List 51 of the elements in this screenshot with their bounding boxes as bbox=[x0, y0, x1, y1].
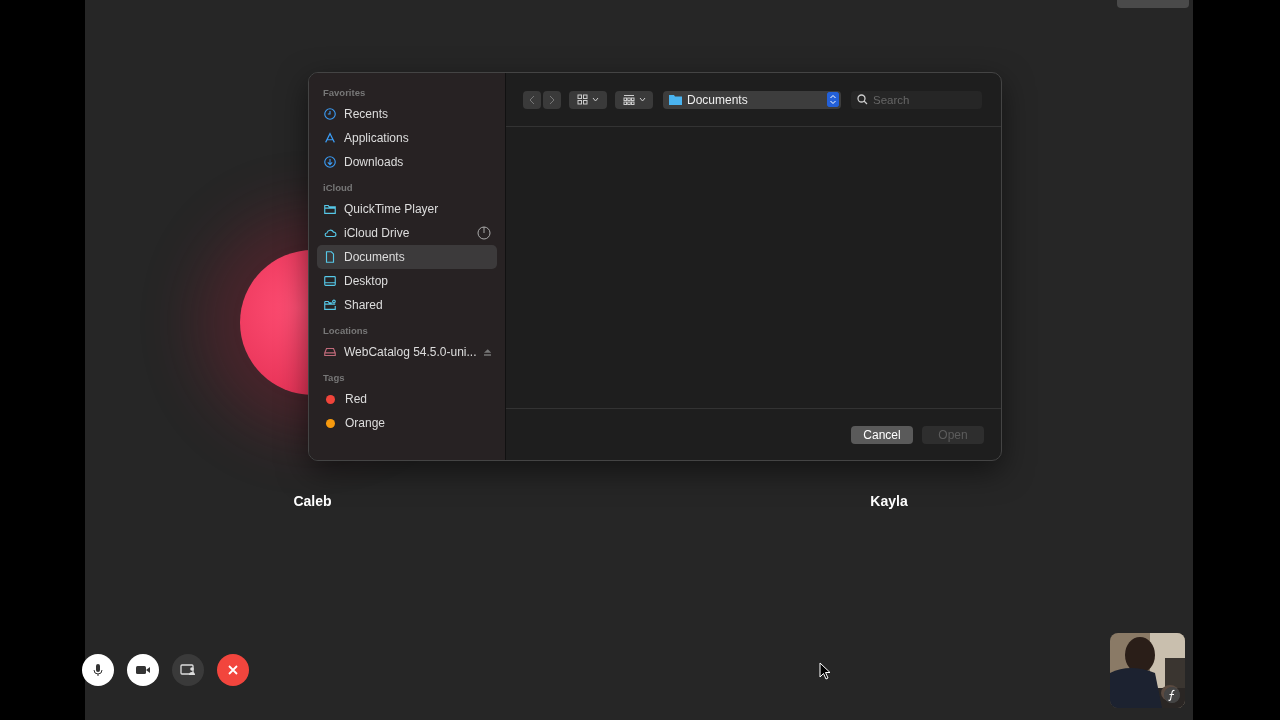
close-icon bbox=[227, 664, 239, 676]
eject-icon[interactable] bbox=[483, 347, 491, 357]
chevron-icon bbox=[638, 97, 646, 102]
microphone-icon bbox=[91, 663, 105, 677]
sidebar-item[interactable]: Recents bbox=[317, 102, 497, 126]
folder-icon bbox=[669, 94, 682, 105]
back-icon bbox=[528, 94, 536, 105]
download-icon bbox=[323, 155, 337, 169]
gallery-icon bbox=[622, 94, 635, 105]
cursor-icon bbox=[819, 662, 831, 680]
screen-share-icon bbox=[180, 664, 196, 676]
forward-icon bbox=[548, 94, 556, 105]
camera-button[interactable] bbox=[127, 654, 159, 686]
sidebar-item[interactable]: Downloads bbox=[317, 150, 497, 174]
sidebar-item[interactable]: QuickTime Player bbox=[317, 197, 497, 221]
sidebar-item[interactable]: iCloud Drive bbox=[317, 221, 497, 245]
sidebar-heading: Tags bbox=[322, 372, 346, 383]
clock-icon bbox=[323, 107, 337, 121]
sidebar-item[interactable]: WebCatalog 54.5.0-uni... bbox=[317, 340, 497, 364]
drive-icon bbox=[323, 345, 337, 359]
mic-button[interactable] bbox=[82, 654, 114, 686]
group-button[interactable] bbox=[615, 90, 653, 109]
camera-icon bbox=[135, 664, 151, 676]
location-dropdown[interactable]: Documents bbox=[663, 90, 841, 109]
sidebar-item[interactable]: Orange bbox=[317, 411, 497, 435]
search-icon bbox=[857, 94, 868, 105]
apps-icon bbox=[323, 131, 337, 145]
cancel-button[interactable]: Cancel bbox=[851, 425, 913, 444]
forward-button[interactable] bbox=[543, 90, 561, 109]
participant-name: Caleb bbox=[293, 493, 332, 509]
sidebar-item[interactable]: Applications bbox=[317, 126, 497, 150]
chevron-icon bbox=[592, 97, 599, 102]
back-button[interactable] bbox=[523, 90, 541, 109]
shared-icon bbox=[323, 298, 337, 312]
search-field[interactable]: Search bbox=[851, 91, 982, 109]
sidebar-item[interactable]: Red bbox=[317, 387, 497, 411]
sidebar-item[interactable]: Desktop bbox=[317, 269, 497, 293]
doc-icon bbox=[323, 250, 337, 264]
view-mode-button[interactable] bbox=[569, 90, 607, 109]
participant-name: Kayla bbox=[870, 493, 908, 509]
stepper-icon bbox=[827, 92, 839, 107]
share-button[interactable] bbox=[172, 654, 204, 686]
end-button[interactable] bbox=[217, 654, 249, 686]
desktop-icon bbox=[323, 274, 337, 288]
grid-icon bbox=[577, 94, 588, 105]
sidebar-heading: Favorites bbox=[322, 87, 367, 98]
sidebar-item[interactable]: Documents bbox=[317, 245, 497, 269]
folder-icon bbox=[323, 202, 337, 216]
sidebar-heading: Locations bbox=[322, 325, 369, 336]
sidebar-item[interactable]: Shared bbox=[317, 293, 497, 317]
sidebar-heading: iCloud bbox=[322, 182, 354, 193]
